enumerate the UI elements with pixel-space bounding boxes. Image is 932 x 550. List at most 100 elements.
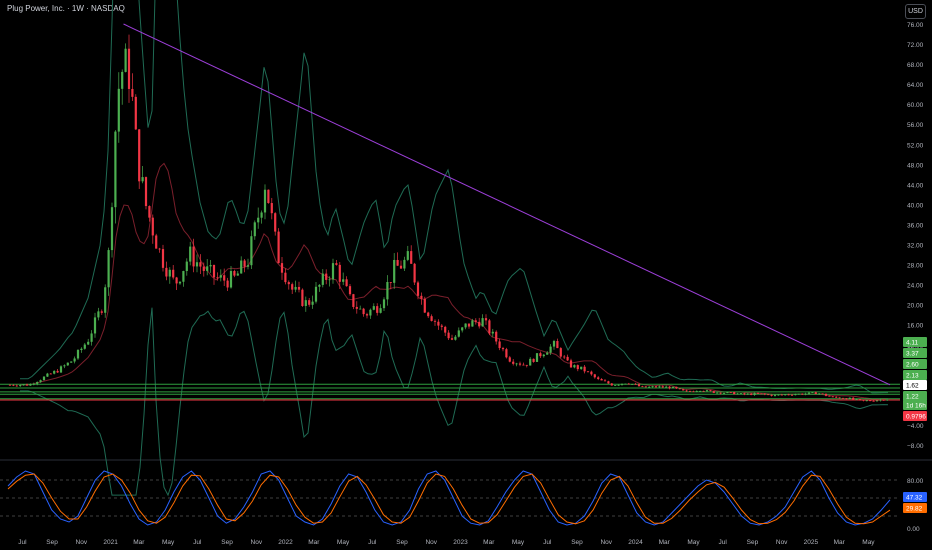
candle-body	[338, 264, 341, 282]
candle-body	[457, 330, 460, 337]
candle-body	[756, 393, 760, 394]
candle-body	[209, 265, 212, 267]
candle-body	[335, 263, 338, 265]
x-tick-label: May	[862, 539, 875, 546]
candle-body	[869, 400, 872, 402]
candle-body	[144, 177, 148, 207]
stoch-rsi-pane: 80.00 0.00 47.32 29.82	[0, 470, 927, 533]
candle-body	[114, 131, 117, 208]
candle-body	[376, 306, 379, 313]
candle-body	[104, 287, 107, 313]
candle-body	[148, 206, 151, 218]
candle-body	[257, 217, 260, 223]
candle-body	[522, 364, 525, 366]
candle-body	[675, 386, 678, 389]
candle-body	[59, 366, 63, 373]
candle-body	[750, 393, 753, 395]
candle-body	[427, 312, 430, 317]
price-label: 1.22	[906, 394, 919, 401]
price-label: 1.62	[906, 383, 919, 390]
candle-body	[743, 393, 746, 395]
candle-body	[671, 386, 675, 389]
candle-body	[491, 331, 494, 334]
candle-body	[263, 189, 267, 213]
candle-body	[624, 383, 627, 385]
candle-body	[15, 385, 18, 387]
candle-body	[807, 392, 811, 394]
candle-body	[243, 260, 246, 267]
candle-body	[342, 279, 345, 282]
x-tick-label: Sep	[571, 539, 583, 546]
x-tick-label: Mar	[308, 539, 320, 546]
candle-body	[90, 333, 93, 342]
candle-body	[682, 389, 685, 391]
candle-body	[498, 341, 501, 349]
candle-body	[396, 259, 399, 266]
candle-body	[712, 391, 715, 393]
x-tick-label: Jul	[193, 539, 202, 546]
candle-body	[100, 311, 103, 313]
candle-body	[226, 280, 229, 288]
candle-body	[569, 360, 573, 368]
candle-body	[246, 265, 250, 267]
candle-body	[138, 129, 141, 182]
candle-body	[304, 300, 307, 306]
candle-body	[821, 393, 824, 395]
candle-body	[19, 385, 22, 387]
candle-body	[73, 358, 76, 362]
candle-body	[359, 308, 362, 310]
candle-body	[637, 384, 641, 387]
candle-body	[155, 235, 158, 249]
candle-body	[532, 358, 535, 362]
candle-body	[804, 393, 807, 395]
candle-body	[767, 394, 770, 396]
candle-body	[736, 393, 739, 395]
x-tick-label: Jul	[543, 539, 552, 546]
candle-body	[168, 269, 171, 277]
candle-body	[151, 217, 154, 236]
y-tick-label: 68.00	[907, 62, 924, 69]
candle-body	[202, 266, 205, 271]
candle-body	[603, 380, 607, 382]
candle-body	[583, 366, 586, 372]
candle-body	[668, 386, 671, 389]
candle-body	[777, 394, 780, 396]
candle-body	[178, 281, 182, 284]
candle-body	[36, 382, 39, 384]
candle-body	[66, 362, 69, 366]
candle-body	[478, 321, 481, 327]
candle-body	[607, 381, 610, 384]
candle-body	[770, 394, 773, 396]
candle-body	[70, 361, 73, 363]
candle-body	[49, 373, 52, 375]
candle-body	[818, 393, 821, 395]
rsi-tick-label: 0.00	[907, 526, 920, 533]
x-tick-label: Jul	[719, 539, 728, 546]
y-tick-label: 16.00	[907, 323, 924, 330]
candle-body	[206, 266, 209, 271]
candle-body	[566, 356, 569, 361]
y-tick-label: 72.00	[907, 42, 924, 49]
candle-body	[563, 356, 566, 358]
candle-body	[399, 265, 403, 269]
candle-body	[848, 397, 851, 399]
candle-body	[325, 273, 328, 280]
candle-body	[420, 295, 423, 299]
candle-body	[423, 298, 426, 313]
candle-body	[597, 377, 600, 380]
candle-body	[365, 314, 369, 316]
candle-body	[879, 399, 882, 401]
candle-body	[141, 177, 144, 182]
candle-body	[835, 396, 838, 398]
candle-body	[474, 320, 477, 322]
x-tick-label: Sep	[221, 539, 233, 546]
candle-body	[165, 267, 168, 277]
candle-body	[631, 383, 634, 385]
candle-body	[546, 352, 549, 355]
chart-canvas[interactable]: Jul Sep Nov 2021 Mar May Jul Sep Nov 2022 Mar May Ju…	[0, 0, 932, 550]
candle-body	[790, 394, 794, 396]
rsi-tick-label: 80.00	[907, 478, 924, 485]
candle-body	[410, 251, 413, 264]
x-tick-label: 2023	[453, 539, 468, 546]
y-tick-label: 28.00	[907, 263, 924, 270]
